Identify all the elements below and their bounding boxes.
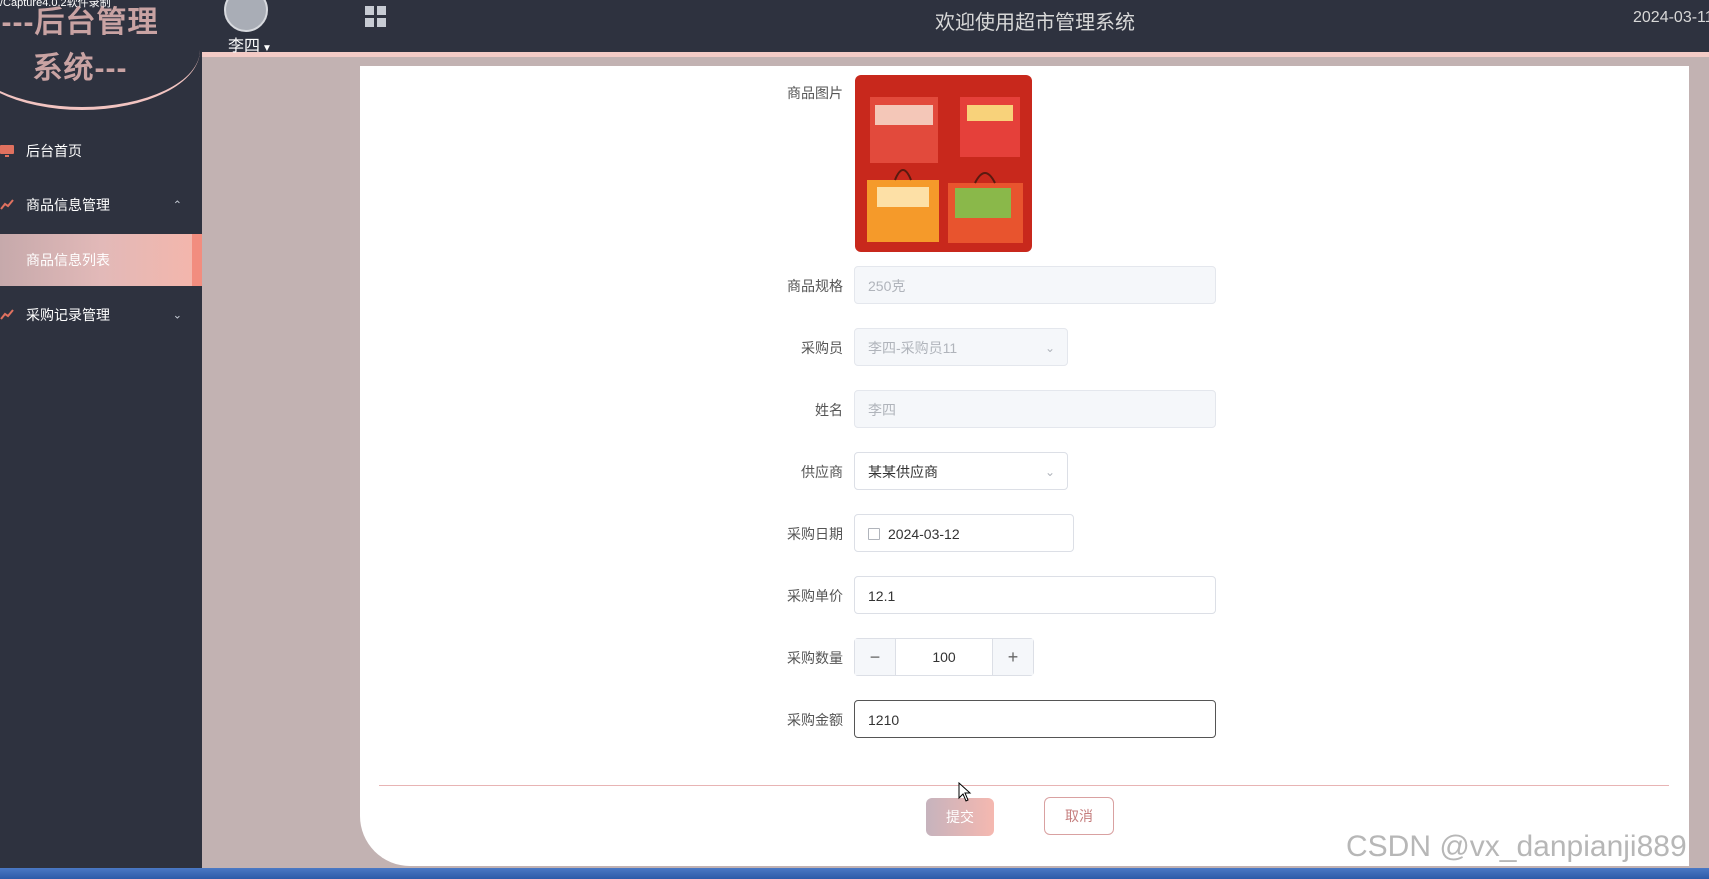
chart-line-icon	[0, 198, 16, 212]
spec-input: 250克	[854, 266, 1216, 304]
grid-icon[interactable]	[365, 6, 386, 27]
decrement-button[interactable]: −	[855, 639, 896, 675]
field-label: 供应商	[801, 464, 843, 480]
form-divider	[379, 785, 1669, 786]
form-row-name: 姓名 李四	[360, 390, 1689, 430]
supplier-select-value: 某某供应商	[868, 464, 938, 480]
watermark: CSDN @vx_danpianji889	[1346, 830, 1687, 863]
field-label: 采购员	[801, 340, 843, 356]
form-row-unit-price: 采购单价 12.1	[360, 576, 1689, 616]
field-label: 商品规格	[787, 278, 843, 294]
sidebar-item-purchase-records[interactable]: 采购记录管理 ⌄	[0, 288, 202, 342]
amount-input[interactable]: 1210	[854, 700, 1216, 738]
quantity-value[interactable]: 100	[896, 639, 992, 675]
chevron-down-icon: ⌄	[172, 309, 182, 322]
form-row-buyer: 采购员 李四-采购员11 ⌄	[360, 328, 1689, 368]
product-image[interactable]	[855, 75, 1032, 252]
sidebar-item-label: 商品信息列表	[26, 252, 110, 268]
recorder-caption: /Capture4.0.2软件录制	[0, 0, 111, 9]
sidebar-item-label: 后台首页	[26, 143, 82, 159]
chevron-down-icon: ⌄	[1044, 341, 1055, 355]
sidebar-item-product-info[interactable]: 商品信息管理 ⌃	[0, 178, 202, 232]
field-label: 采购单价	[787, 588, 843, 604]
date-picker[interactable]: 2024-03-12	[854, 514, 1074, 552]
logo: ---后台管理 系统---	[0, 0, 200, 110]
chevron-down-icon: ⌄	[1044, 465, 1055, 479]
form-row-date: 采购日期 2024-03-12	[360, 514, 1689, 554]
user-menu[interactable]: 李四 ▼	[228, 32, 272, 56]
form-row-amount: 采购金额 1210	[360, 700, 1689, 740]
unit-price-input[interactable]: 12.1	[854, 576, 1216, 614]
chart-line-icon	[0, 308, 16, 322]
sidebar-item-product-list[interactable]: 商品信息列表	[0, 234, 202, 286]
sidebar-item-label: 采购记录管理	[26, 307, 110, 323]
submit-button[interactable]: 提交	[926, 798, 994, 836]
field-label: 采购日期	[787, 526, 843, 542]
sidebar-menu: 后台首页 商品信息管理 ⌃ 商品信息列表 采购记录管理 ⌄	[0, 124, 202, 342]
field-label: 姓名	[815, 402, 843, 418]
monitor-icon	[0, 144, 16, 158]
date-value: 2024-03-12	[888, 526, 960, 542]
calendar-icon	[868, 528, 880, 541]
form-row-supplier: 供应商 某某供应商 ⌄	[360, 452, 1689, 492]
taskbar	[0, 868, 1709, 879]
cancel-button[interactable]: 取消	[1044, 797, 1114, 835]
buyer-select: 李四-采购员11 ⌄	[854, 328, 1068, 366]
increment-button[interactable]: +	[992, 639, 1033, 675]
sidebar-item-label: 商品信息管理	[26, 197, 110, 213]
buyer-select-value: 李四-采购员11	[868, 340, 958, 356]
form-row-spec: 商品规格 250克	[360, 266, 1689, 306]
username-label: 李四	[228, 38, 261, 55]
form-row-quantity: 采购数量 − 100 +	[360, 638, 1689, 678]
caret-down-icon: ▼	[262, 43, 272, 54]
header-datetime: 2024-03-11	[1633, 9, 1709, 26]
header-divider	[202, 52, 1709, 57]
system-title: 欢迎使用超市管理系统	[935, 12, 1135, 34]
form-card: 商品图片 商品规格 250克 采购员 李四-采购员11 ⌄ 姓名 李四 供应商 …	[360, 66, 1689, 866]
chevron-up-icon: ⌃	[172, 199, 182, 212]
quantity-stepper: − 100 +	[854, 638, 1034, 676]
supplier-select[interactable]: 某某供应商 ⌄	[854, 452, 1068, 490]
logo-line-2: 系统---	[32, 52, 128, 85]
sidebar: ---后台管理 系统--- 后台首页 商品信息管理 ⌃ 商品信息列表 采购记录管…	[0, 0, 202, 872]
field-label: 采购金额	[787, 712, 843, 728]
field-label: 采购数量	[787, 650, 843, 666]
name-input: 李四	[854, 390, 1216, 428]
sidebar-item-home[interactable]: 后台首页	[0, 124, 202, 178]
field-label: 商品图片	[787, 85, 843, 101]
